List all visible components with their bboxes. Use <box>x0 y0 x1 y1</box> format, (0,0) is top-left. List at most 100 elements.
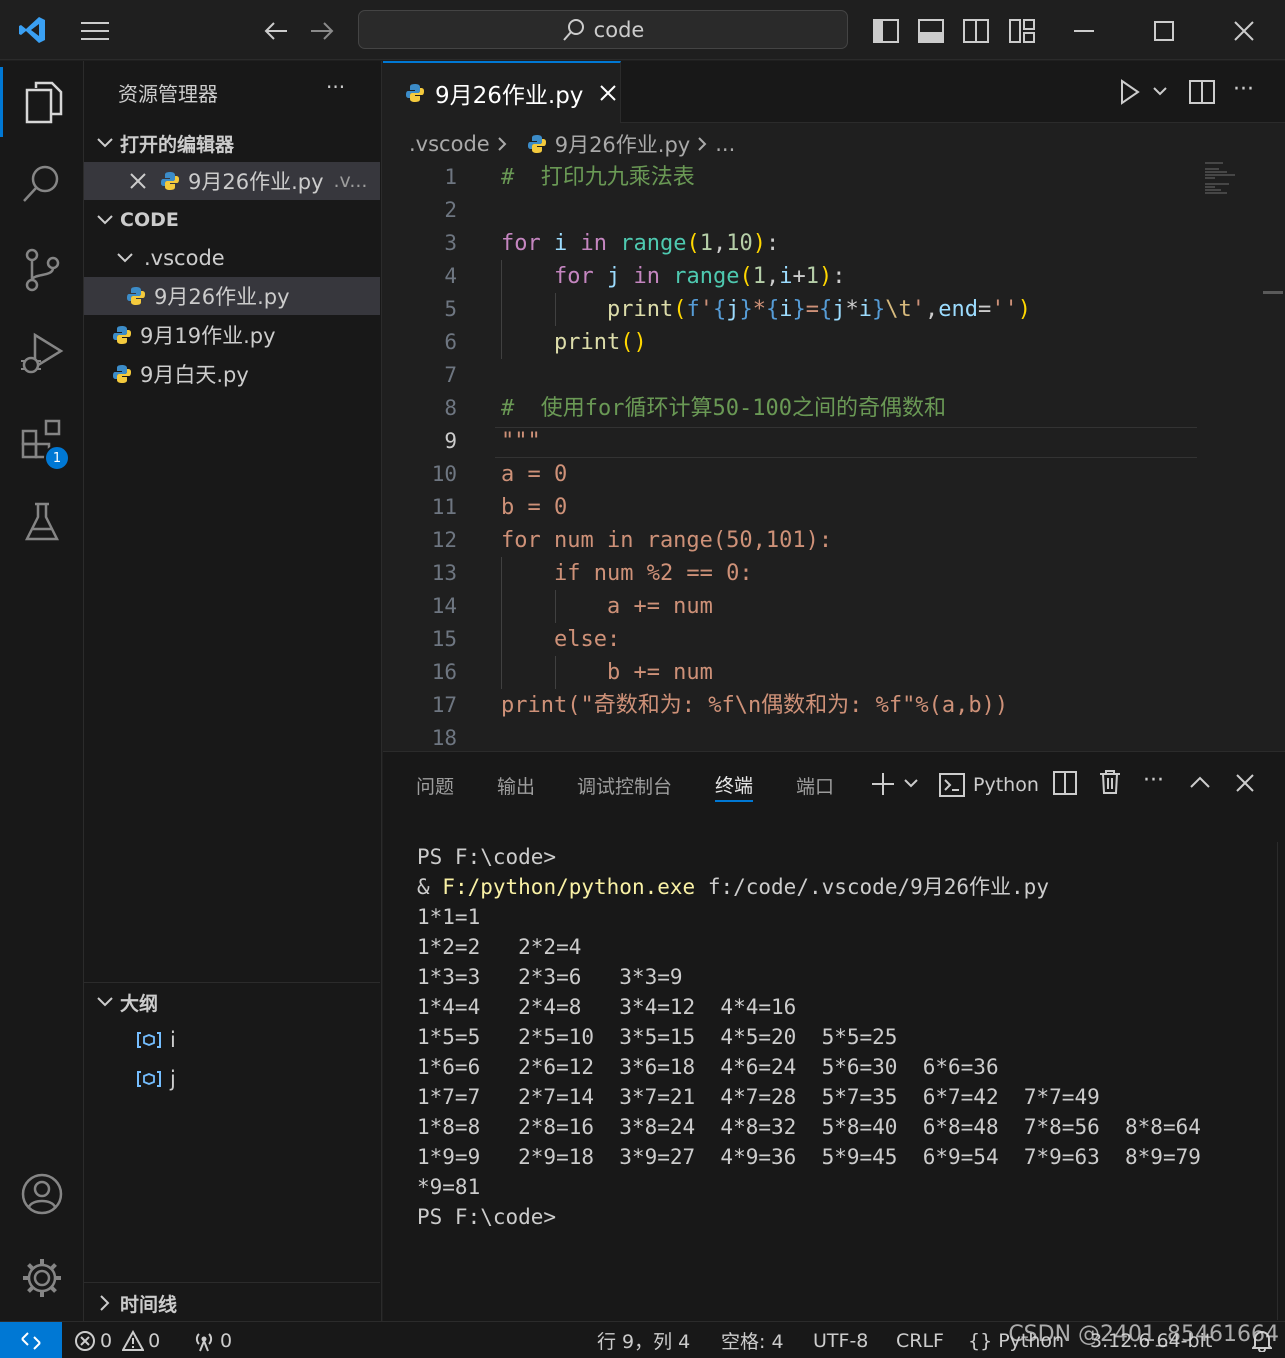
extensions-icon[interactable]: 1 <box>0 405 84 475</box>
split-terminal-icon[interactable] <box>1053 771 1077 795</box>
source-control-icon[interactable] <box>0 235 84 305</box>
file-item-active[interactable]: 9月26作业.py <box>84 277 380 315</box>
terminal-line: *9=81 <box>417 1175 481 1199</box>
terminal-line: 1*6=6 2*6=12 3*6=18 4*6=24 5*6=30 6*6=36 <box>417 1055 999 1079</box>
python-file-icon <box>160 171 180 191</box>
indentation[interactable]: 空格: 4 <box>721 1322 784 1358</box>
back-arrow-icon[interactable] <box>258 14 294 48</box>
outline-item[interactable]: i <box>84 1021 380 1059</box>
close-editor-icon[interactable] <box>130 173 146 189</box>
code-line: a = 0 <box>501 462 568 487</box>
toggle-secondary-sidebar-icon[interactable] <box>958 14 994 48</box>
breadcrumb-folder[interactable]: .vscode <box>409 132 490 156</box>
line-number: 11 <box>431 495 457 519</box>
open-editors-header[interactable]: 打开的编辑器 <box>84 124 380 162</box>
split-editor-icon[interactable] <box>1189 80 1215 104</box>
close-window-icon[interactable] <box>1222 14 1266 48</box>
bottom-panel: 问题 输出 调试控制台 终端 端口 Python ··· PS F:\code>… <box>383 751 1285 1321</box>
extensions-badge: 1 <box>44 445 70 471</box>
minimap[interactable] <box>1205 161 1261 201</box>
editor-tab-active[interactable]: 9月26作业.py <box>383 61 621 123</box>
tab-debug-console[interactable]: 调试控制台 <box>577 768 672 802</box>
accounts-icon[interactable] <box>0 1159 84 1229</box>
customize-layout-icon[interactable] <box>1004 14 1040 48</box>
outline-header[interactable]: 大纲 <box>84 983 380 1021</box>
panel-more-actions[interactable]: ··· <box>1143 768 1164 793</box>
explorer-icon[interactable] <box>0 67 84 137</box>
terminal-line: 1*1=1 <box>417 905 481 929</box>
end-of-line[interactable]: CRLF <box>896 1322 944 1358</box>
cursor-position[interactable]: 行 9，列 4 <box>597 1322 690 1358</box>
editor-more-actions[interactable]: ··· <box>1233 77 1254 102</box>
terminal-scrollbar[interactable] <box>1277 842 1285 1320</box>
breadcrumb-file[interactable]: 9月26作业.py <box>555 129 691 159</box>
editor-tabs: 9月26作业.py ··· <box>383 61 1285 123</box>
code-line: b += num <box>501 660 713 685</box>
chevron-down-icon[interactable] <box>904 779 918 788</box>
title-bar: code <box>0 0 1285 60</box>
run-python-file-icon[interactable] <box>1119 79 1141 105</box>
line-number: 14 <box>431 594 457 618</box>
chevron-right-icon <box>92 1295 118 1311</box>
tab-output[interactable]: 输出 <box>497 768 535 802</box>
remote-icon <box>20 1331 42 1351</box>
breadcrumb-symbol[interactable]: ... <box>715 132 735 156</box>
file-item[interactable]: 9月白天.py <box>84 355 380 393</box>
command-center-search[interactable]: code <box>358 10 848 49</box>
variable-symbol-icon <box>136 1070 162 1088</box>
toggle-sidebar-icon[interactable] <box>868 14 904 48</box>
code-line: for j in range(1,i+1): <box>553 264 846 289</box>
broadcast-icon <box>192 1330 216 1352</box>
code-line: for num in range(50,101): <box>501 528 833 553</box>
trash-icon[interactable] <box>1099 769 1121 795</box>
tab-terminal[interactable]: 终端 <box>715 768 754 802</box>
folder-vscode[interactable]: .vscode <box>84 239 380 277</box>
terminal-line: 1*5=5 2*5=10 3*5=15 4*5=20 5*5=25 <box>417 1025 898 1049</box>
line-number: 5 <box>444 297 457 321</box>
python-file-icon <box>527 134 547 154</box>
remote-indicator[interactable] <box>0 1322 62 1358</box>
encoding[interactable]: UTF-8 <box>813 1322 868 1358</box>
chevron-right-icon <box>497 137 507 151</box>
problems-status[interactable]: 0 0 <box>74 1322 160 1358</box>
explorer-more-actions[interactable]: ··· <box>326 75 345 99</box>
line-number: 1 <box>444 165 457 189</box>
close-tab-icon[interactable] <box>599 84 617 102</box>
scrollbar-thumb[interactable] <box>1263 291 1283 294</box>
run-debug-icon[interactable] <box>0 317 84 387</box>
terminal-icon <box>939 773 965 797</box>
chevron-down-icon <box>112 253 138 263</box>
maximize-panel-chevron-up-icon[interactable] <box>1190 776 1210 788</box>
workspace-header[interactable]: CODE <box>84 201 380 239</box>
file-item[interactable]: 9月19作业.py <box>84 316 380 354</box>
code-line: print("奇数和为: %f\n偶数和为: %f"%(a,b)) <box>501 693 1009 718</box>
chevron-down-icon <box>92 138 118 148</box>
terminal-profile[interactable]: Python <box>939 770 1039 800</box>
line-number: 17 <box>431 693 457 717</box>
terminal-command: & F:/python/python.exe f:/code/.vscode/9… <box>417 875 1049 899</box>
chevron-down-icon[interactable] <box>1153 87 1167 96</box>
timeline-header[interactable]: 时间线 <box>84 1284 380 1322</box>
forward-arrow-icon[interactable] <box>304 14 340 48</box>
settings-gear-icon[interactable] <box>0 1243 84 1313</box>
terminal-output[interactable]: PS F:\code> & F:/python/python.exe f:/co… <box>417 842 1201 1232</box>
line-number: 3 <box>444 231 457 255</box>
terminal-line: PS F:\code> <box>417 1205 557 1229</box>
tab-ports[interactable]: 端口 <box>796 768 834 802</box>
close-panel-icon[interactable] <box>1236 774 1254 792</box>
terminal-line: 1*3=3 2*3=6 3*3=9 <box>417 965 683 989</box>
minimize-icon[interactable] <box>1062 14 1106 48</box>
maximize-icon[interactable] <box>1142 14 1186 48</box>
ports-status[interactable]: 0 <box>192 1322 232 1358</box>
toggle-panel-icon[interactable] <box>913 14 949 48</box>
search-icon[interactable] <box>0 149 84 219</box>
variable-symbol-icon <box>136 1031 162 1049</box>
testing-icon[interactable] <box>0 487 84 557</box>
line-number: 16 <box>431 660 457 684</box>
tab-problems[interactable]: 问题 <box>416 768 454 802</box>
outline-item[interactable]: j <box>84 1060 380 1098</box>
new-terminal-icon[interactable] <box>871 772 895 796</box>
line-number: 15 <box>431 627 457 651</box>
menu-icon[interactable] <box>74 14 116 48</box>
open-editor-item[interactable]: 9月26作业.py .v... <box>84 162 380 200</box>
